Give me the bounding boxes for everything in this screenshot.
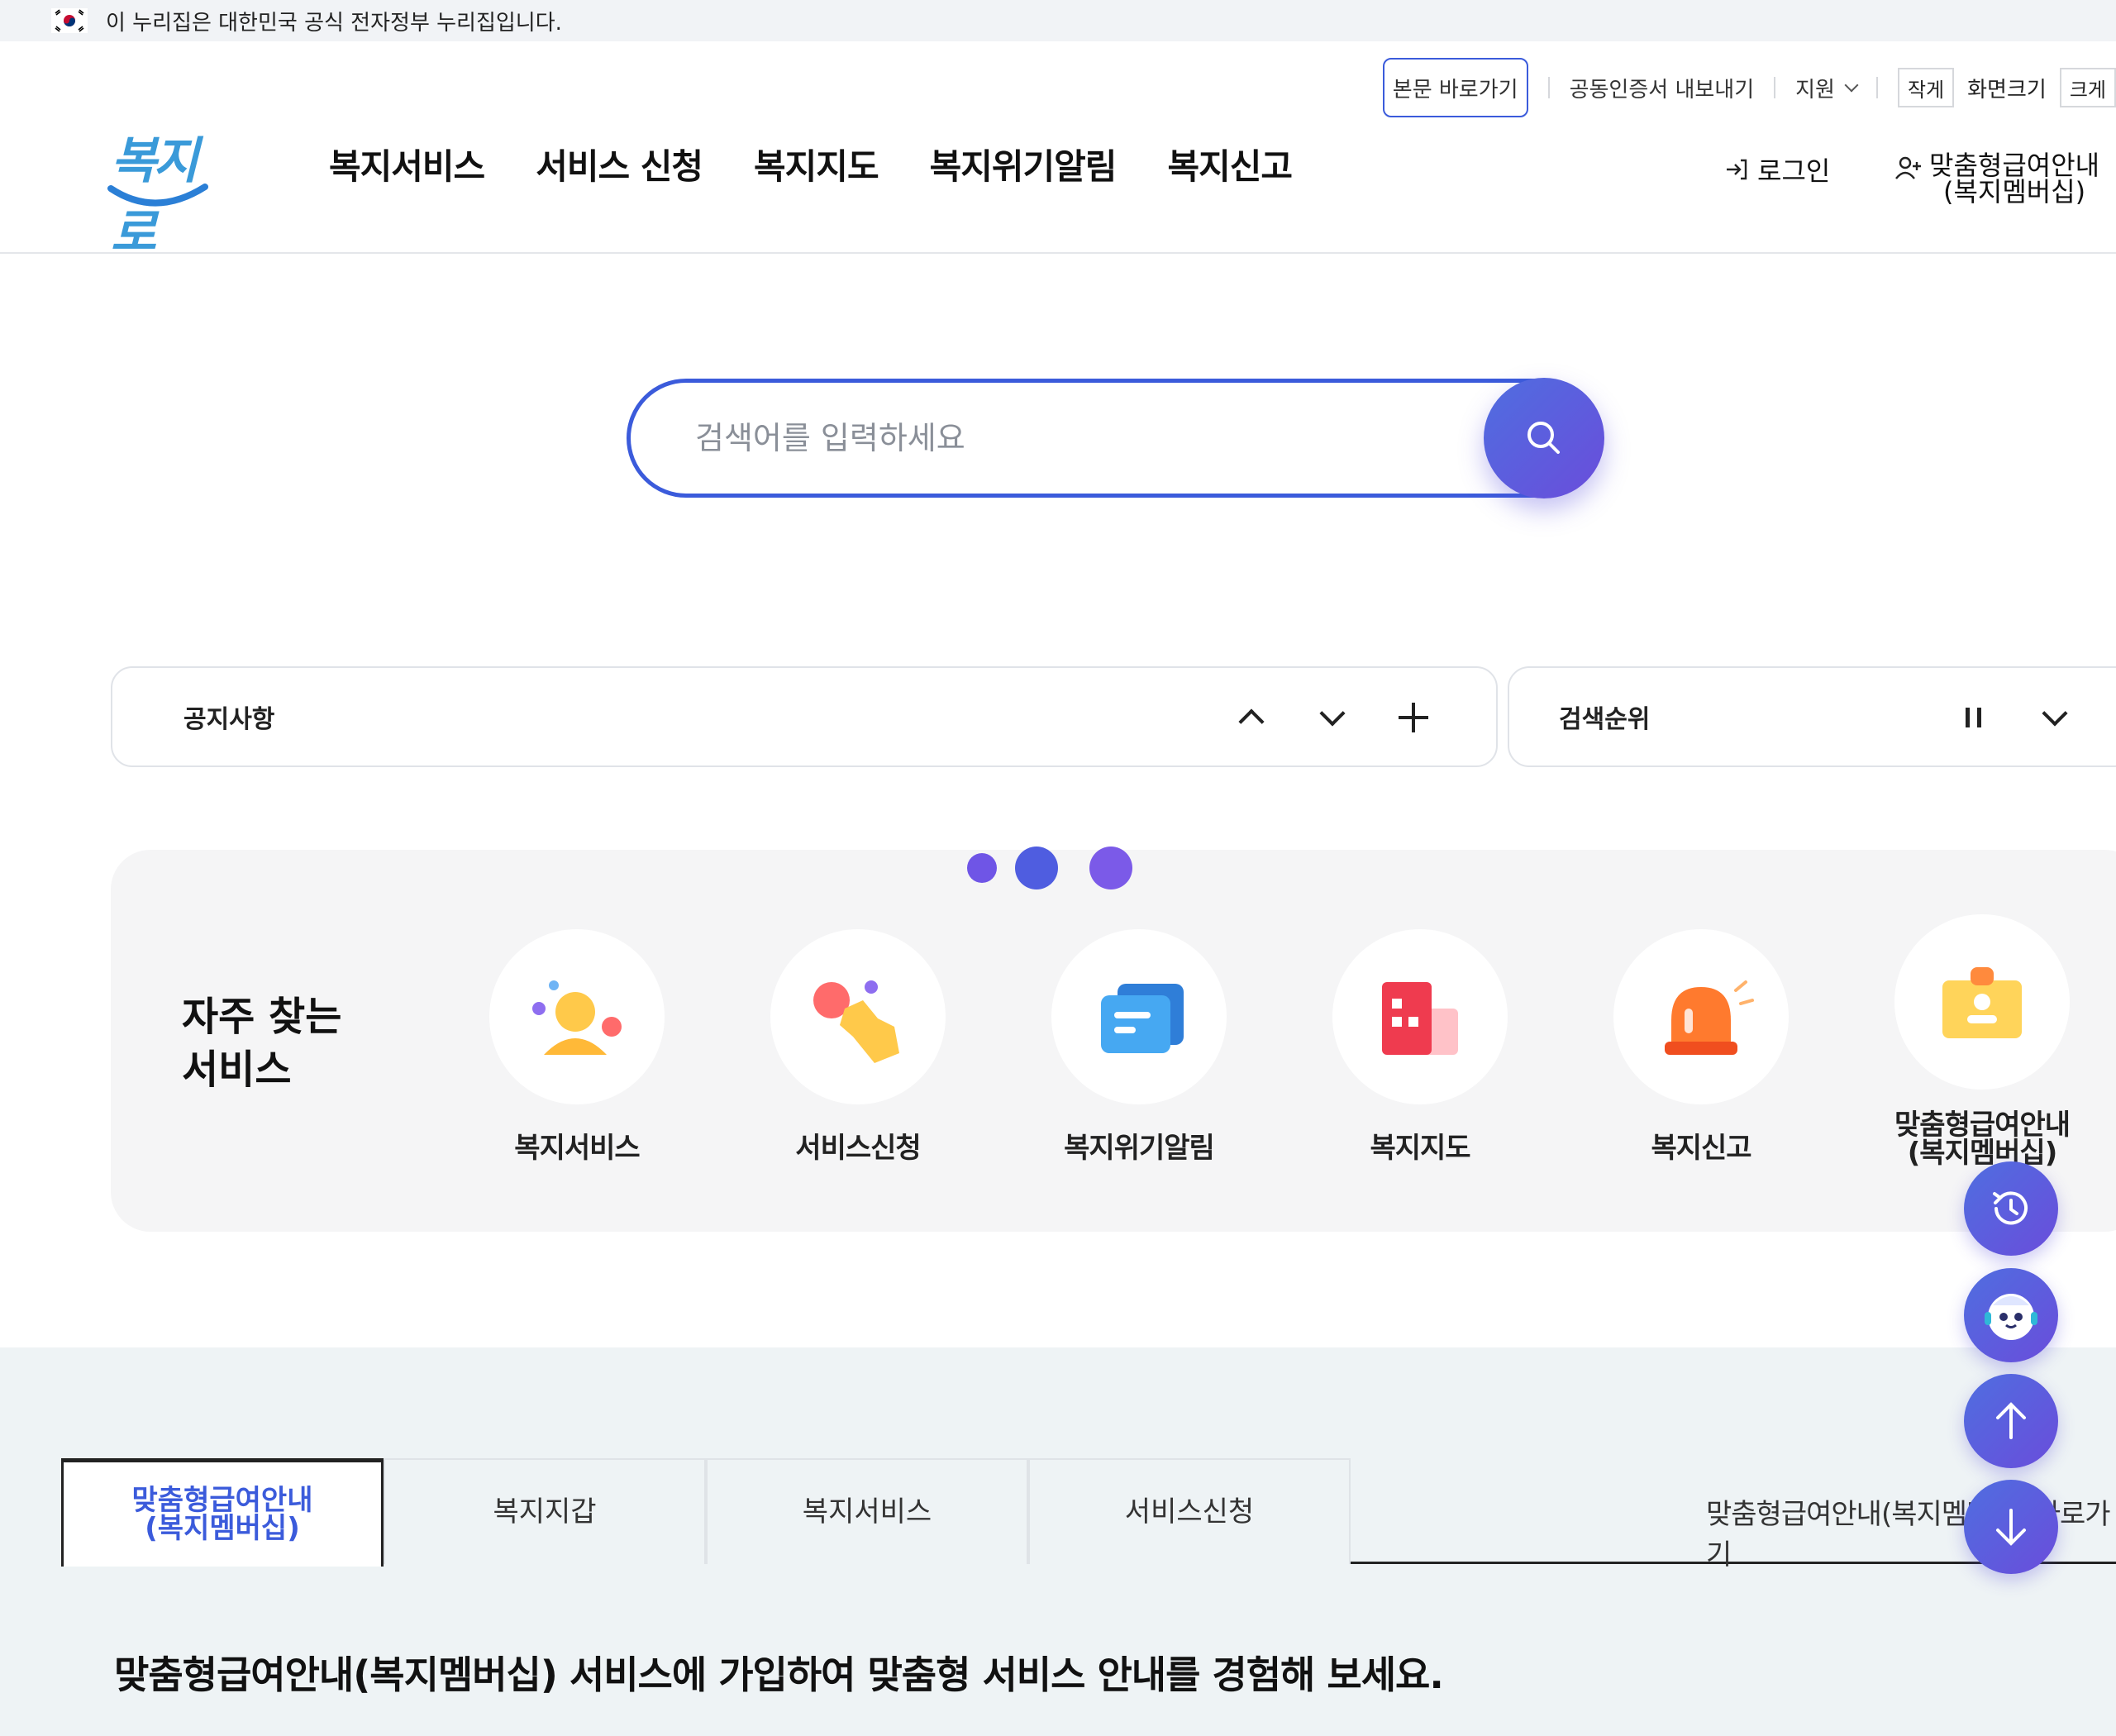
- chevron-down-icon: [1844, 78, 1859, 93]
- divider: [1774, 77, 1776, 98]
- hand-pointer-icon: [770, 929, 946, 1104]
- person-icon: [489, 929, 665, 1104]
- nav-service-apply[interactable]: 서비스 신청: [536, 139, 703, 189]
- chevron-up-icon: [1238, 708, 1265, 735]
- search-icon: [1527, 422, 1560, 454]
- frequent-services: 자주 찾는 서비스 복지서비스 서비스신청 복지위기알림 복지지도 복지신고 맞…: [111, 850, 2116, 1232]
- nav-welfare-report[interactable]: 복지신고: [1167, 139, 1293, 189]
- tab-welfare-service[interactable]: 복지서비스: [706, 1458, 1028, 1564]
- service-label: 서비스신청: [795, 1132, 921, 1165]
- screen-size-label: 화면크기: [1967, 77, 2047, 103]
- chatbot-face-icon: [1985, 1294, 2037, 1340]
- service-label-line1: 맞춤형급여안내: [1894, 1109, 2071, 1142]
- service-label: 복지지도: [1370, 1132, 1470, 1165]
- pause-icon: [1966, 708, 1970, 727]
- membership-link[interactable]: 맞춤형급여안내 (복지멤버십): [1894, 152, 2099, 205]
- nav-crisis-alert[interactable]: 복지위기알림: [930, 139, 1118, 189]
- font-larger-button[interactable]: 크게: [2059, 68, 2116, 107]
- frequent-services-title: 자주 찾는 서비스: [182, 990, 341, 1096]
- gov-banner-text: 이 누리집은 대한민국 공식 전자정부 누리집입니다.: [106, 10, 562, 36]
- utility-bar: 본문 바로가기 공동인증서 내보내기 지원 작게 화면크기 크게: [1382, 58, 2116, 117]
- cert-export-link[interactable]: 공동인증서 내보내기: [1570, 73, 1755, 103]
- site-logo[interactable]: 복지로: [106, 117, 213, 262]
- arrow-down-icon: [1996, 1509, 2026, 1546]
- support-dropdown[interactable]: 지원: [1795, 73, 1859, 103]
- user-add-icon: [1894, 155, 1923, 182]
- search-button[interactable]: [1484, 378, 1604, 498]
- login-icon: [1724, 157, 1749, 182]
- dot: [967, 853, 997, 883]
- frequent-services-title-line2: 서비스: [182, 1047, 292, 1093]
- tab-list: 맞춤형급여안내 (복지멤버십) 복지지갑 복지서비스 서비스신청 맞춤형급여안내…: [61, 1458, 2116, 1571]
- service-label: 복지위기알림: [1064, 1132, 1215, 1165]
- divider: [1875, 77, 1878, 98]
- tab-membership[interactable]: 맞춤형급여안내 (복지멤버십): [61, 1458, 384, 1567]
- notice-panel: 공지사항: [111, 666, 1498, 767]
- chevron-down-icon: [2042, 700, 2068, 727]
- korea-flag-icon: [51, 8, 88, 33]
- loading-dots-icon: [967, 845, 1141, 891]
- gov-banner: 이 누리집은 대한민국 공식 전자정부 누리집입니다.: [0, 0, 2116, 41]
- membership-label-line1: 맞춤형급여안내: [1929, 150, 2100, 181]
- recent-history-button[interactable]: [1964, 1161, 2058, 1256]
- history-icon: [1993, 1191, 2028, 1225]
- dot: [1089, 847, 1132, 889]
- nav-welfare-map[interactable]: 복지지도: [754, 139, 879, 189]
- arrow-up-icon: [1996, 1402, 2026, 1439]
- membership-label: 맞춤형급여안내 (복지멤버십): [1929, 152, 2099, 205]
- tab-membership-line2: (복지멤버십): [145, 1512, 300, 1545]
- plus-icon-v: [1412, 703, 1415, 732]
- siren-icon: [1613, 929, 1789, 1104]
- service-label: 복지신고: [1651, 1132, 1751, 1165]
- search-input[interactable]: [695, 420, 1439, 456]
- tab-welfare-wallet[interactable]: 복지지갑: [384, 1458, 706, 1564]
- chevron-down-icon: [1319, 700, 1346, 727]
- dot: [1015, 847, 1058, 889]
- service-membership[interactable]: 맞춤형급여안내 (복지멤버십): [1858, 914, 2106, 1167]
- service-welfare-report[interactable]: 복지신고: [1577, 929, 1825, 1162]
- skip-to-content-button[interactable]: 본문 바로가기: [1382, 58, 1528, 117]
- membership-label-line2: (복지멤버십): [1942, 176, 2086, 207]
- service-label: 맞춤형급여안내 (복지멤버십): [1858, 1111, 2106, 1167]
- service-apply[interactable]: 서비스신청: [734, 929, 982, 1162]
- login-label: 로그인: [1757, 155, 1831, 187]
- notice-title[interactable]: 공지사항: [183, 699, 274, 735]
- pause-icon-bar: [1977, 708, 1981, 727]
- tab-service-apply[interactable]: 서비스신청: [1028, 1458, 1351, 1564]
- ranking-title[interactable]: 검색순위: [1559, 699, 1650, 735]
- pause-button[interactable]: [1962, 708, 1995, 727]
- message-card-icon: [1051, 929, 1227, 1104]
- nav-welfare-service[interactable]: 복지서비스: [329, 139, 485, 189]
- divider: [1547, 77, 1550, 98]
- tab-membership-line1: 맞춤형급여안내: [131, 1484, 313, 1517]
- membership-section: 맞춤형급여안내 (복지멤버십) 복지지갑 복지서비스 서비스신청 맞춤형급여안내…: [0, 1347, 2116, 1736]
- scroll-bottom-button[interactable]: [1964, 1480, 2058, 1574]
- more-notice-button[interactable]: [1397, 701, 1430, 734]
- service-welfare-map[interactable]: 복지지도: [1296, 929, 1544, 1162]
- building-icon: [1332, 929, 1508, 1104]
- prev-notice-button[interactable]: [1235, 701, 1268, 735]
- id-card-icon: [1894, 914, 2070, 1090]
- service-label-line2: (복지멤버십): [1907, 1137, 2057, 1170]
- membership-description: 맞춤형급여안내(복지멤버십) 서비스에 가입하여 맞춤형 서비스 안내를 경험해…: [114, 1653, 1444, 1697]
- site-header: 본문 바로가기 공동인증서 내보내기 지원 작게 화면크기 크게 복지로 복지서…: [0, 41, 2116, 262]
- search-box: [627, 378, 1604, 498]
- expand-ranking-button[interactable]: [2038, 700, 2071, 734]
- scroll-top-button[interactable]: [1964, 1374, 2058, 1468]
- service-label: 복지서비스: [514, 1132, 640, 1165]
- frequent-services-title-line1: 자주 찾는: [182, 994, 342, 1040]
- main-nav: 복지서비스 서비스 신청 복지지도 복지위기알림 복지신고: [329, 139, 1293, 189]
- service-crisis-alert[interactable]: 복지위기알림: [1015, 929, 1263, 1162]
- next-notice-button[interactable]: [1316, 700, 1349, 734]
- support-label: 지원: [1795, 77, 1835, 103]
- logo-smile-icon: [107, 184, 208, 207]
- login-link[interactable]: 로그인: [1724, 150, 1830, 188]
- search-ranking-panel: 검색순위: [1508, 666, 2116, 767]
- service-welfare[interactable]: 복지서비스: [453, 929, 701, 1162]
- chatbot-button[interactable]: [1964, 1268, 2058, 1362]
- font-smaller-button[interactable]: 작게: [1897, 68, 1955, 107]
